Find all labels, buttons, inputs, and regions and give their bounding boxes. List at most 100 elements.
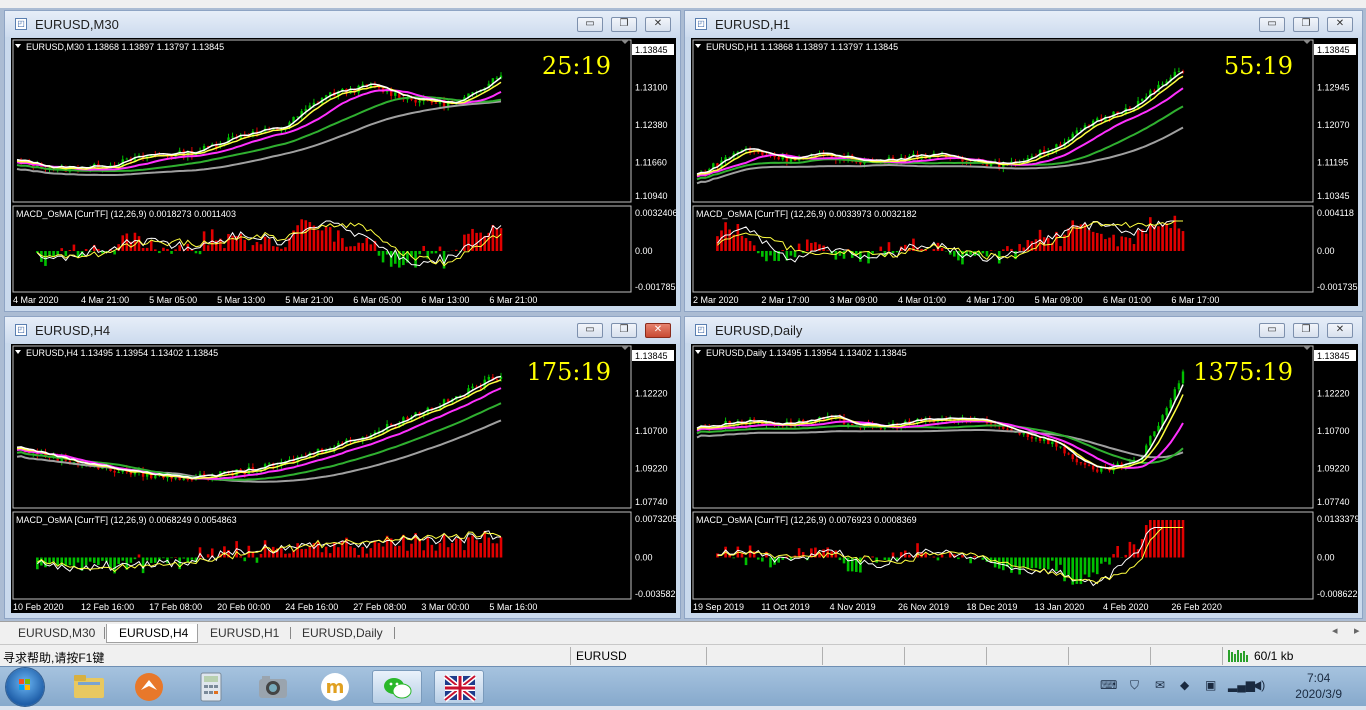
network-icon[interactable]: ▂▄▆: [1228, 678, 1255, 692]
tab-scroll-left-icon[interactable]: ◂: [1332, 624, 1338, 637]
taskbar-mt4-button[interactable]: [434, 670, 484, 704]
macd-histogram-bar: [309, 222, 312, 251]
chart-canvas[interactable]: EURUSD,M30 1.13868 1.13897 1.13797 1.138…: [11, 38, 676, 306]
taskbar-folder-button[interactable]: [64, 670, 114, 704]
macd-histogram-bar: [781, 250, 784, 251]
macd-histogram-bar: [1157, 226, 1160, 251]
volume-icon[interactable]: ◀): [1252, 678, 1265, 692]
macd-histogram-bar: [745, 238, 748, 251]
macd-histogram-bar: [1108, 238, 1111, 251]
macd-histogram-bar: [1084, 223, 1087, 251]
macd-histogram-bar: [333, 242, 336, 251]
tab-eurusd-h4[interactable]: EURUSD,H4: [106, 624, 198, 643]
chart-window-m30[interactable]: ◰ EURUSD,M30 ▭ ❐ ✕ EURUSD,M30 1.13868 1.…: [4, 10, 681, 312]
close-button[interactable]: ✕: [1327, 323, 1353, 338]
tab-eurusd-m30[interactable]: EURUSD,M30: [6, 624, 107, 643]
taskbar-app-button[interactable]: [124, 670, 174, 704]
time-axis-label: 18 Dec 2019: [966, 602, 1017, 612]
chart-window-daily[interactable]: ◰ EURUSD,Daily ▭ ❐ ✕ EURUSD,Daily 1.1349…: [684, 316, 1363, 619]
macd-histogram-bar: [296, 543, 299, 557]
candle-body: [986, 164, 988, 166]
candle-body: [1165, 408, 1167, 415]
minimize-button[interactable]: ▭: [1259, 17, 1285, 32]
macd-histogram-bar: [1129, 238, 1132, 251]
tab-separator: [394, 627, 395, 639]
time-axis-label: 26 Feb 2020: [1171, 602, 1222, 612]
app-tray-icon[interactable]: ◆: [1180, 678, 1189, 692]
candle-body: [1153, 431, 1155, 436]
tab-separator: [104, 627, 105, 639]
candle-body: [113, 471, 115, 473]
macd-histogram-bar: [422, 550, 425, 557]
restore-button[interactable]: ❐: [611, 17, 637, 32]
taskbar-calculator-button[interactable]: [186, 670, 236, 704]
restore-button[interactable]: ❐: [1293, 17, 1319, 32]
minimize-button[interactable]: ▭: [1259, 323, 1285, 338]
macd-histogram-bar: [1153, 226, 1156, 251]
price-axis-label: 1.12945: [1317, 83, 1350, 93]
status-separator: [570, 647, 571, 665]
close-button[interactable]: ✕: [645, 323, 671, 338]
restore-button[interactable]: ❐: [1293, 323, 1319, 338]
macd-histogram-bar: [1031, 558, 1034, 569]
window-titlebar[interactable]: ◰ EURUSD,H1 ▭ ❐ ✕: [685, 11, 1362, 37]
taskbar-wechat-button[interactable]: [372, 670, 422, 704]
ma-white-line: [17, 78, 501, 168]
tab-eurusd-daily[interactable]: EURUSD,Daily: [290, 624, 395, 643]
clock-date: 2020/3/9: [1295, 686, 1342, 702]
close-button[interactable]: ✕: [1327, 17, 1353, 32]
taskbar-camera-button[interactable]: [248, 670, 298, 704]
macd-histogram-bar: [1096, 233, 1099, 251]
macd-histogram-bar: [1018, 558, 1021, 575]
taskbar-m-app-button[interactable]: m: [310, 670, 360, 704]
bar-countdown-timer: 1375:19: [1193, 358, 1293, 386]
taskbar-clock[interactable]: 7:04 2020/3/9: [1295, 670, 1342, 702]
macd-histogram-bar: [353, 548, 356, 558]
keyboard-icon[interactable]: ⌨: [1100, 678, 1117, 692]
restore-button[interactable]: ❐: [611, 323, 637, 338]
clock-time: 7:04: [1295, 670, 1342, 686]
chart-canvas[interactable]: EURUSD,H1 1.13868 1.13897 1.13797 1.1384…: [691, 38, 1358, 306]
macd-histogram-bar: [439, 543, 442, 557]
window-titlebar[interactable]: ◰ EURUSD,Daily ▭ ❐ ✕: [685, 317, 1362, 343]
chart-window-h4[interactable]: ◰ EURUSD,H4 ▭ ❐ ✕ EURUSD,H4 1.13495 1.13…: [4, 316, 681, 619]
macd-histogram-bar: [158, 251, 161, 253]
macd-histogram-bar: [769, 251, 772, 255]
candle-body: [248, 467, 250, 474]
candle-body: [1088, 465, 1090, 466]
macd-histogram-bar: [1125, 237, 1128, 251]
window-titlebar[interactable]: ◰ EURUSD,H4 ▭ ❐ ✕: [5, 317, 680, 343]
time-axis-label: 27 Feb 08:00: [353, 602, 406, 612]
chart-window-h1[interactable]: ◰ EURUSD,H1 ▭ ❐ ✕ EURUSD,H1 1.13868 1.13…: [684, 10, 1363, 312]
macd-histogram-bar: [317, 230, 320, 251]
wechat-tray-icon[interactable]: ✉: [1155, 678, 1165, 692]
chart-canvas[interactable]: EURUSD,Daily 1.13495 1.13954 1.13402 1.1…: [691, 344, 1358, 613]
macd-histogram-bar: [843, 558, 846, 564]
candle-body: [1161, 84, 1163, 85]
start-button[interactable]: [6, 668, 44, 706]
tab-scroll-right-icon[interactable]: ▸: [1354, 624, 1360, 637]
minimize-button[interactable]: ▭: [577, 17, 603, 32]
macd-histogram-bar: [280, 548, 283, 557]
minimize-button[interactable]: ▭: [577, 323, 603, 338]
window-title: EURUSD,Daily: [715, 323, 802, 338]
close-button[interactable]: ✕: [645, 17, 671, 32]
window-titlebar[interactable]: ◰ EURUSD,M30 ▭ ❐ ✕: [5, 11, 680, 37]
macd-histogram-bar: [93, 558, 96, 564]
macd-histogram-bar: [370, 548, 373, 557]
macd-header-text: MACD_OsMA [CurrTF] (12,26,9) 0.0018273 0…: [16, 209, 236, 219]
macd-histogram-bar: [459, 538, 462, 558]
macd-histogram-bar: [337, 230, 340, 251]
shield-icon[interactable]: ⛉: [1130, 678, 1139, 693]
macd-histogram-bar: [207, 245, 210, 251]
macd-histogram-bar: [142, 248, 145, 251]
shift-marker-icon: [1303, 346, 1311, 350]
tab-eurusd-h1[interactable]: EURUSD,H1: [198, 624, 291, 643]
macd-histogram-bar: [223, 546, 226, 557]
macd-histogram-bar: [765, 251, 768, 261]
macd-histogram-bar: [349, 246, 352, 251]
chart-canvas[interactable]: EURUSD,H4 1.13495 1.13954 1.13402 1.1384…: [11, 344, 676, 613]
macd-histogram-bar: [1010, 249, 1013, 251]
clipboard-tray-icon[interactable]: ▣: [1205, 678, 1216, 692]
macd-histogram-bar: [1169, 228, 1172, 251]
